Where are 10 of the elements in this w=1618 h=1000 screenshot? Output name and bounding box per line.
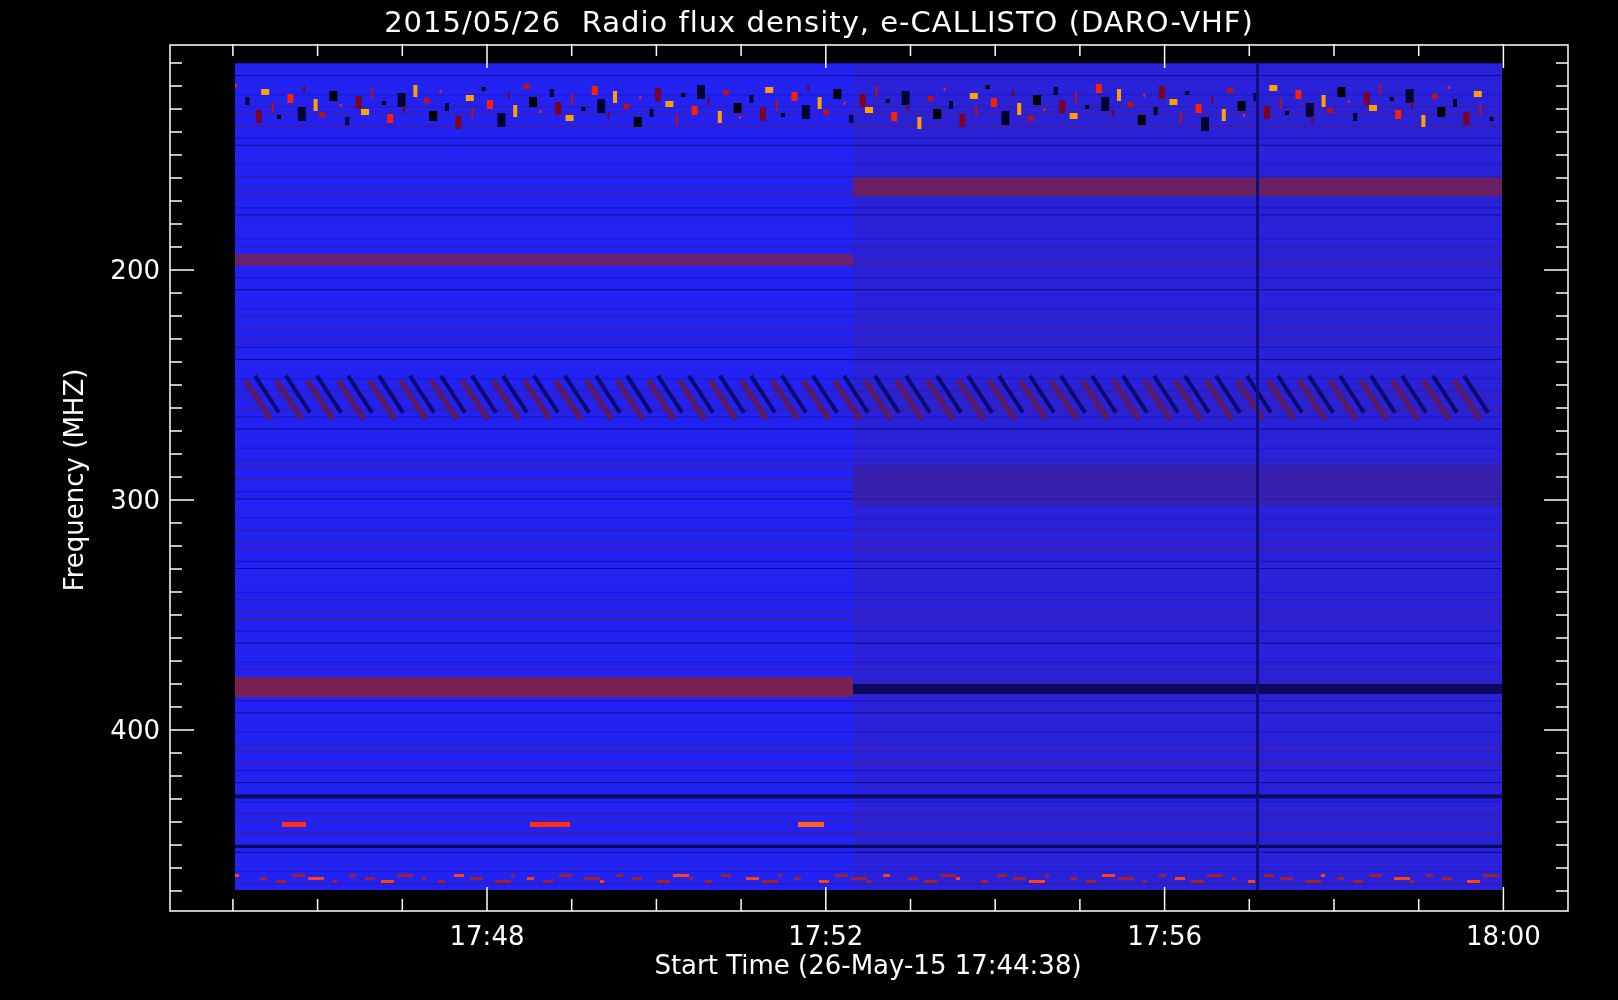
x-axis-title: Start Time (26-May-15 17:44:38) bbox=[654, 950, 1082, 980]
y-axis-title: Frequency (MHZ) bbox=[59, 368, 89, 592]
x-tick-label: 17:56 bbox=[1127, 921, 1203, 951]
chart-title: 2015/05/26 Radio flux density, e-CALLISTO (DARO-VHF) bbox=[384, 5, 1254, 39]
x-tick-label: 17:48 bbox=[449, 921, 525, 951]
y-tick-label: 200 bbox=[110, 255, 160, 285]
y-tick-label: 300 bbox=[110, 485, 160, 515]
x-tick-label: 18:00 bbox=[1465, 921, 1541, 951]
x-tick-label: 17:52 bbox=[788, 921, 864, 951]
y-tick-label: 400 bbox=[110, 715, 160, 745]
